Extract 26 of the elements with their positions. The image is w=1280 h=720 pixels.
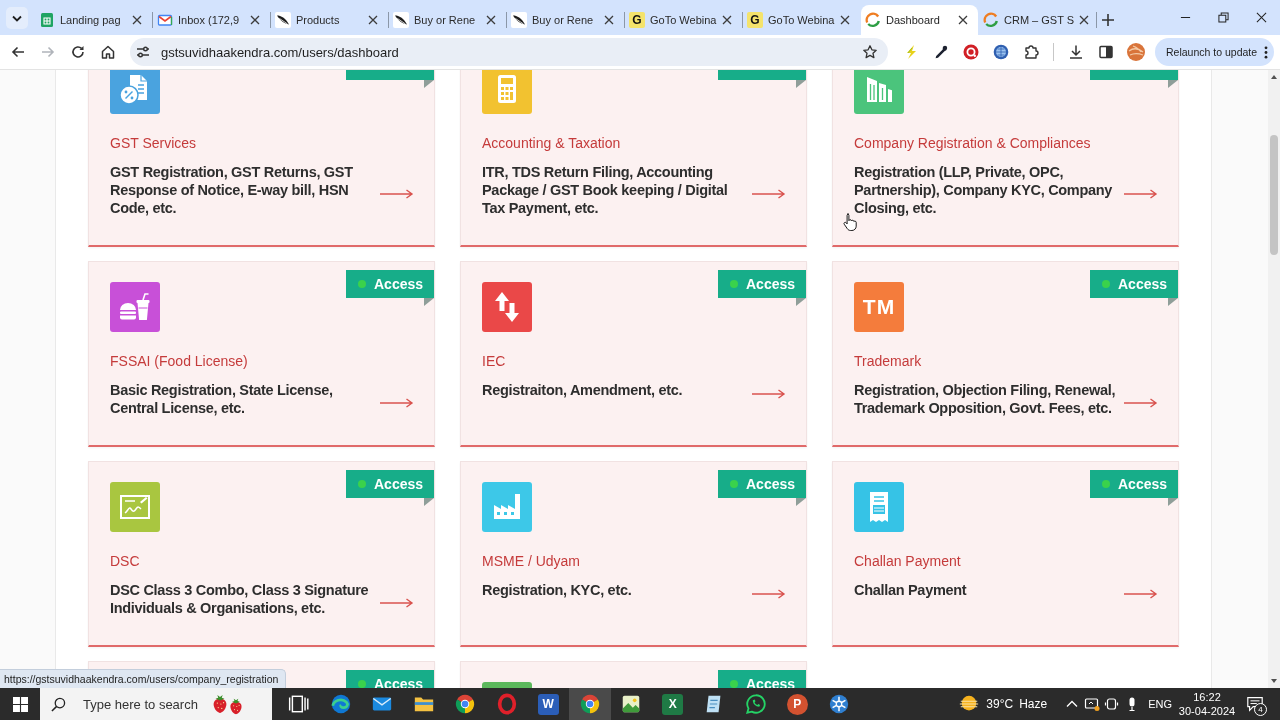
service-title: Challan Payment xyxy=(854,552,962,571)
trademark-icon: TM xyxy=(854,282,904,332)
letter-circle-icon: P xyxy=(786,693,808,715)
service-description: Challan Payment xyxy=(854,581,968,599)
letter-logo-icon: G xyxy=(747,12,763,28)
letter-tile-icon: X xyxy=(662,693,684,715)
service-title: Accounting & Taxation xyxy=(482,134,622,153)
service-description: GST Registration, GST Returns, GST Response of Notice, E-way bill, HSN Code, etc. xyxy=(110,163,354,217)
service-title: FSSAI (Food License) xyxy=(110,352,249,371)
service-description: DSC Class 3 Combo, Class 3 Signature Individuals & Organisations, etc. xyxy=(110,581,370,617)
service-description: Registration (LLP, Private, OPC, Partnership), Company KYC, Company Closing, etc. xyxy=(854,163,1114,217)
service-description: ITR, TDS Return Filing, Accounting Package / GST Book keeping / Digital Tax Payment, etc. xyxy=(482,163,729,217)
service-title: Trademark xyxy=(854,352,923,371)
service-title: IEC xyxy=(482,352,507,371)
notification-count: 4 xyxy=(1254,703,1267,716)
link-status-tooltip: https://gstsuvidhaakendra.com/users/company_registration xyxy=(0,669,287,688)
service-description: Basic Registration, State License, Central License, etc. xyxy=(110,381,334,417)
service-title: GST Services xyxy=(110,134,198,153)
letter-tile-icon: W xyxy=(537,693,559,715)
service-description: Registration, Objection Filing, Renewal, Trademark Opposition, Govt. Fees, etc. xyxy=(854,381,1117,417)
service-title: MSME / Udyam xyxy=(482,552,581,571)
service-description: Registraiton, Amendment, etc. xyxy=(482,381,684,399)
letter-logo-icon: G xyxy=(629,12,645,28)
service-title: DSC xyxy=(110,552,141,571)
service-description: Registration, KYC, etc. xyxy=(482,581,633,599)
service-title: Company Registration & Compliances xyxy=(854,134,1092,153)
